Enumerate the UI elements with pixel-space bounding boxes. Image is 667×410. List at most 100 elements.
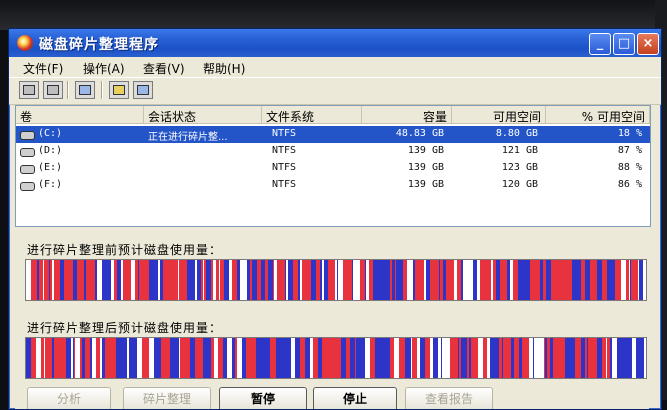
cluster-stripe — [514, 260, 515, 300]
cluster-stripe — [261, 338, 263, 378]
cluster-stripe — [352, 260, 353, 300]
close-button[interactable]: × — [637, 33, 659, 55]
table-row[interactable]: (E:) NTFS 139 GB 123 GB 88 % — [16, 160, 650, 177]
free-space: 8.80 GB — [495, 128, 538, 139]
help-icon[interactable] — [109, 81, 129, 99]
cluster-stripe — [59, 338, 60, 378]
cluster-stripe — [563, 260, 567, 300]
title-bar[interactable]: 磁盘碎片整理程序 _ □ × — [9, 29, 661, 57]
cluster-stripe — [220, 260, 224, 300]
cluster-stripe — [123, 260, 128, 300]
cluster-stripe — [276, 338, 281, 378]
cluster-stripe — [26, 260, 31, 300]
defrag-window: 磁盘碎片整理程序 _ □ × 文件(F) 操作(A) 查看(V) 帮助(H) 卷… — [8, 28, 662, 410]
menu-action[interactable]: 操作(A) — [83, 60, 125, 77]
cluster-stripe — [32, 260, 37, 300]
cluster-stripe — [345, 338, 346, 378]
cluster-stripe — [172, 260, 173, 300]
toolbar — [9, 77, 661, 105]
cluster-stripe — [291, 338, 295, 378]
cluster-stripe — [381, 338, 384, 378]
cluster-stripe — [579, 338, 581, 378]
menu-view[interactable]: 查看(V) — [143, 60, 185, 77]
menu-file[interactable]: 文件(F) — [23, 60, 63, 77]
cluster-stripe — [97, 260, 102, 300]
cluster-stripe — [510, 260, 513, 300]
file-system: NTFS — [272, 162, 297, 173]
cluster-stripe — [612, 338, 617, 378]
cluster-stripe — [47, 338, 52, 378]
cluster-stripe — [643, 260, 646, 300]
table-row[interactable]: (F:) NTFS 139 GB 120 GB 86 % — [16, 177, 650, 194]
table-row[interactable]: (C:) 正在进行碎片整... NTFS 48.83 GB 8.80 GB 18… — [16, 126, 650, 143]
cluster-stripe — [263, 338, 267, 378]
cluster-stripe — [335, 260, 337, 300]
cluster-stripe — [450, 338, 453, 378]
col-header-free[interactable]: 可用空间 — [452, 106, 546, 124]
cluster-stripe — [629, 338, 632, 378]
cluster-stripe — [261, 260, 265, 300]
analyze-button[interactable]: 分析 — [27, 387, 111, 409]
defragment-button[interactable]: 碎片整理 — [123, 387, 211, 409]
maximize-button[interactable]: □ — [613, 33, 635, 55]
cluster-stripe — [111, 260, 114, 300]
cluster-stripe — [92, 338, 96, 378]
cluster-stripe — [203, 260, 204, 300]
cluster-stripe — [121, 260, 123, 300]
col-header-filesystem[interactable]: 文件系统 — [262, 106, 362, 124]
minimize-button[interactable]: _ — [589, 33, 611, 55]
cluster-stripe — [534, 338, 538, 378]
cluster-stripe — [567, 260, 572, 300]
cluster-stripe — [546, 260, 550, 300]
properties-icon[interactable] — [133, 81, 153, 99]
cluster-stripe — [237, 338, 242, 378]
cluster-stripe — [333, 260, 335, 300]
col-header-capacity[interactable]: 容量 — [362, 106, 452, 124]
cluster-stripe — [158, 260, 159, 300]
col-header-status[interactable]: 会话状态 — [144, 106, 262, 124]
cluster-stripe — [409, 260, 413, 300]
cluster-stripe — [168, 338, 170, 378]
cluster-stripe — [232, 338, 235, 378]
cluster-stripe — [494, 338, 499, 378]
free-space: 121 GB — [501, 145, 538, 156]
pause-button[interactable]: 暂停 — [219, 387, 307, 409]
view-report-button[interactable]: 查看报告 — [405, 387, 493, 409]
cluster-stripe — [80, 338, 82, 378]
cluster-stripe — [319, 338, 322, 378]
cluster-stripe — [90, 338, 91, 378]
cluster-stripe — [461, 338, 463, 378]
cluster-stripe — [579, 260, 581, 300]
cluster-stripe — [558, 338, 563, 378]
col-header-volume[interactable]: 卷 — [16, 106, 144, 124]
cluster-stripe — [505, 260, 506, 300]
cluster-stripe — [244, 260, 247, 300]
cluster-stripe — [440, 260, 443, 300]
table-row[interactable]: (D:) NTFS 139 GB 121 GB 87 % — [16, 143, 650, 160]
stop-button[interactable]: 停止 — [313, 387, 397, 409]
cluster-stripe — [281, 338, 286, 378]
cluster-stripe — [74, 338, 75, 378]
cluster-stripe — [597, 338, 602, 378]
menu-help[interactable]: 帮助(H) — [203, 60, 245, 77]
back-icon[interactable] — [19, 81, 39, 99]
cluster-stripe — [442, 338, 445, 378]
cluster-stripe — [587, 338, 588, 378]
cluster-stripe — [359, 338, 362, 378]
cluster-stripe — [96, 338, 100, 378]
drive-icon — [20, 148, 35, 157]
cluster-stripe — [305, 260, 309, 300]
cluster-stripe — [229, 260, 232, 300]
cluster-stripe — [369, 260, 371, 300]
cluster-stripe — [211, 260, 213, 300]
cluster-stripe — [36, 338, 41, 378]
cluster-stripe — [355, 338, 356, 378]
cluster-stripe — [157, 260, 158, 300]
cluster-stripe — [195, 260, 197, 300]
cluster-stripe — [592, 338, 597, 378]
forward-icon[interactable] — [43, 81, 63, 99]
col-header-pct-free[interactable]: % 可用空间 — [546, 106, 650, 124]
show-hide-tree-icon[interactable] — [75, 81, 95, 99]
cluster-stripe — [590, 260, 595, 300]
cluster-stripe — [341, 338, 344, 378]
